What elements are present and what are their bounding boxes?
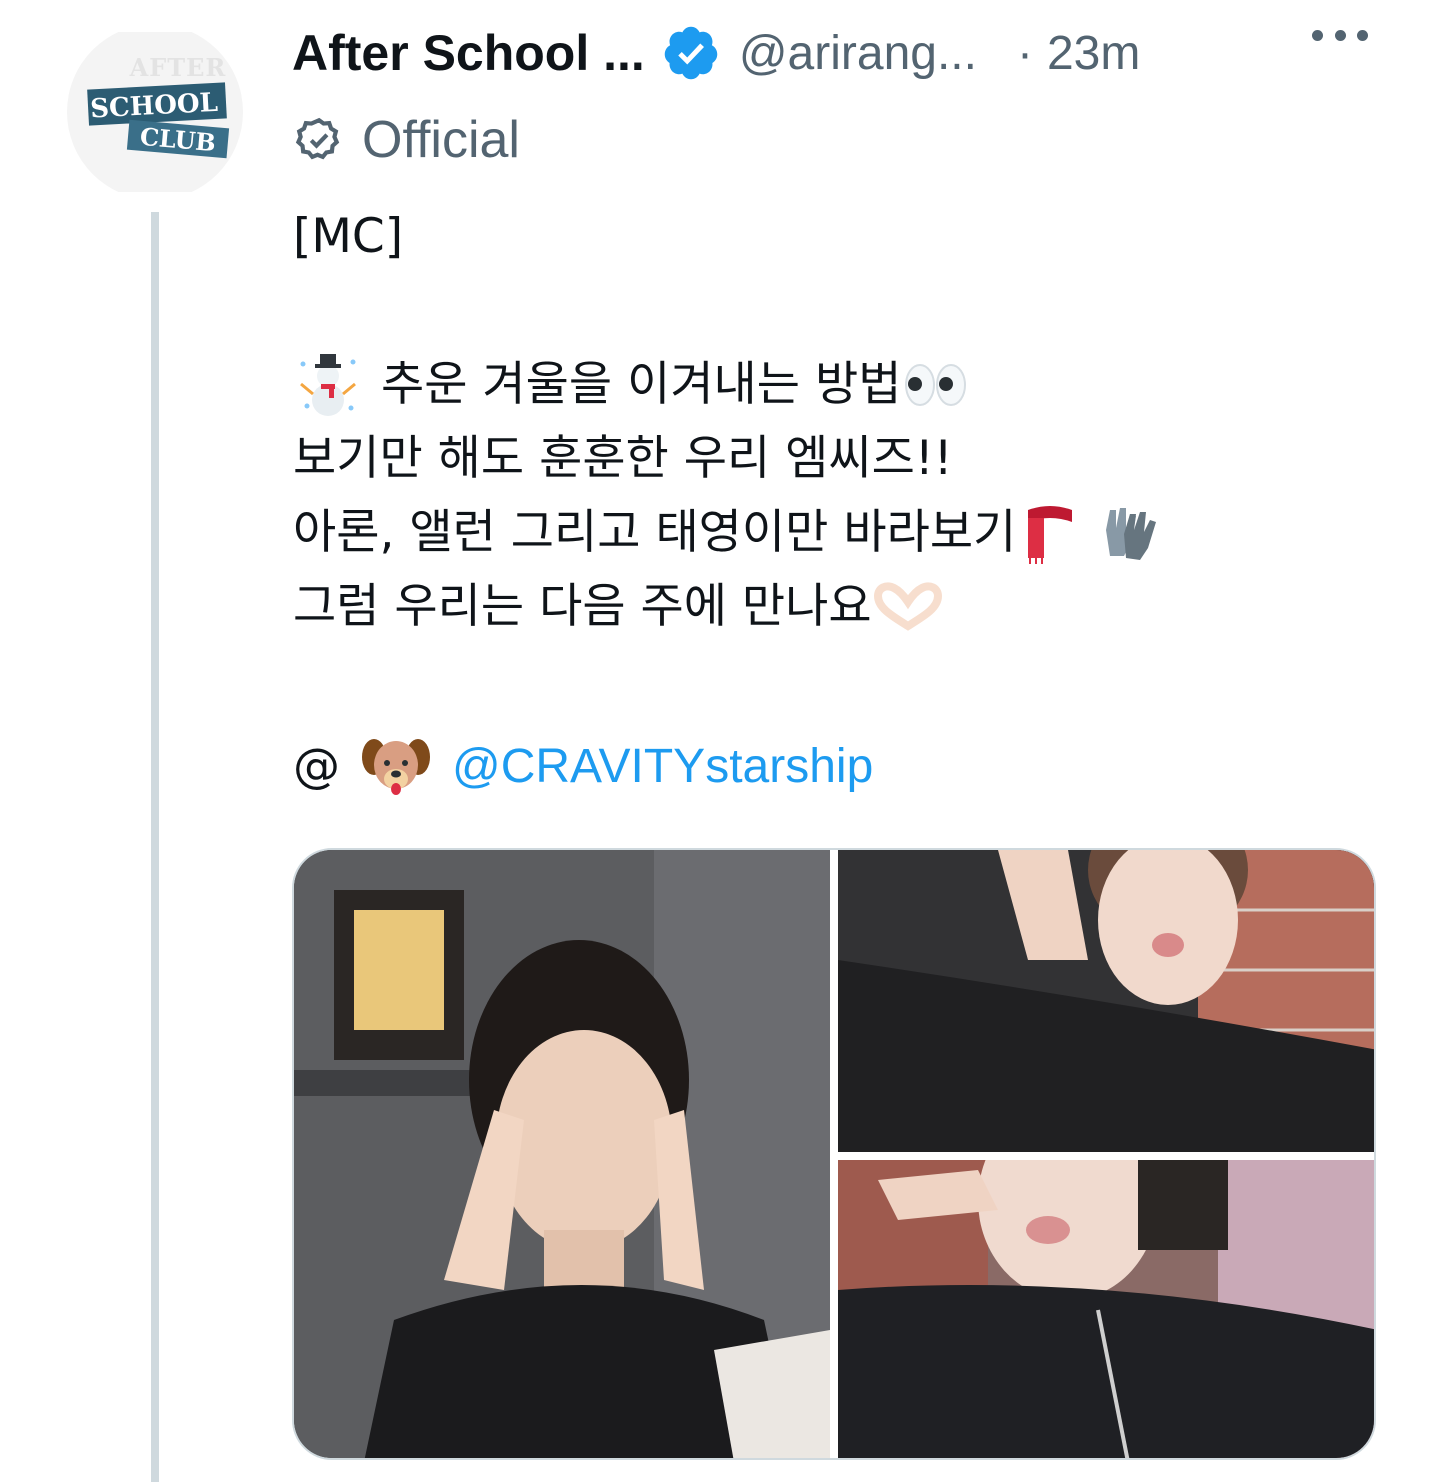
more-options-icon[interactable] <box>1312 30 1368 44</box>
tweet-header: After School ... @arirang... · 23m <box>292 18 1392 88</box>
text-line: 추운 겨울을 이겨내는 방법 <box>293 348 1162 422</box>
scarf-icon <box>1028 506 1073 564</box>
photo-2[interactable] <box>838 850 1374 1152</box>
mention-prefix: @ <box>293 739 340 794</box>
thread-line <box>151 212 159 1482</box>
display-name[interactable]: After School ... <box>292 24 645 82</box>
official-label: Official <box>362 111 520 169</box>
media-grid <box>292 848 1376 1460</box>
eyes-icon <box>905 364 967 406</box>
avatar[interactable]: AFTER SCHOOL CLUB <box>60 24 250 200</box>
text-line: @ @CRAVITYstarship <box>293 730 873 804</box>
official-badge-icon <box>295 117 340 160</box>
timestamp[interactable]: 23m <box>1047 26 1140 81</box>
heart-hands-icon <box>873 582 942 631</box>
separator: · <box>1016 26 1033 80</box>
text-line-5: 그럼 우리는 다음 주에 만나요 <box>293 579 872 634</box>
verified-badge-icon[interactable] <box>661 23 721 83</box>
official-label-row: Official <box>294 108 520 172</box>
handle[interactable]: @arirang... <box>739 26 977 81</box>
mention-link[interactable]: @CRAVITYstarship <box>452 730 873 804</box>
photo-3[interactable] <box>838 1160 1374 1458</box>
text-line-2: 추운 겨울을 이겨내는 방법 <box>381 357 902 412</box>
text-line: 그럼 우리는 다음 주에 만나요 <box>293 570 1162 644</box>
photo-1[interactable] <box>294 850 830 1458</box>
snowman-icon <box>300 354 356 416</box>
dog-face-icon <box>362 739 430 795</box>
tweet[interactable]: AFTER SCHOOL CLUB After School ... @arir… <box>0 0 1440 1482</box>
text-line-3: 보기만 해도 훈훈한 우리 엠씨즈!! <box>293 431 953 486</box>
gloves-icon <box>1106 508 1157 560</box>
text-line: [MC] <box>293 209 404 264</box>
tweet-text: [MC] <box>293 200 403 274</box>
text-line-4: 아론, 앨런 그리고 태영이만 바라보기 <box>293 505 1017 560</box>
mention-row: @ @CRAVITYstarship <box>293 730 873 804</box>
avatar-text-after: AFTER <box>129 53 227 82</box>
text-line: 아론, 앨런 그리고 태영이만 바라보기 <box>293 496 1162 570</box>
tweet-text-block: 추운 겨울을 이겨내는 방법 보기만 해도 훈훈한 우리 엠씨즈!! 아론, 앨… <box>293 348 1162 644</box>
